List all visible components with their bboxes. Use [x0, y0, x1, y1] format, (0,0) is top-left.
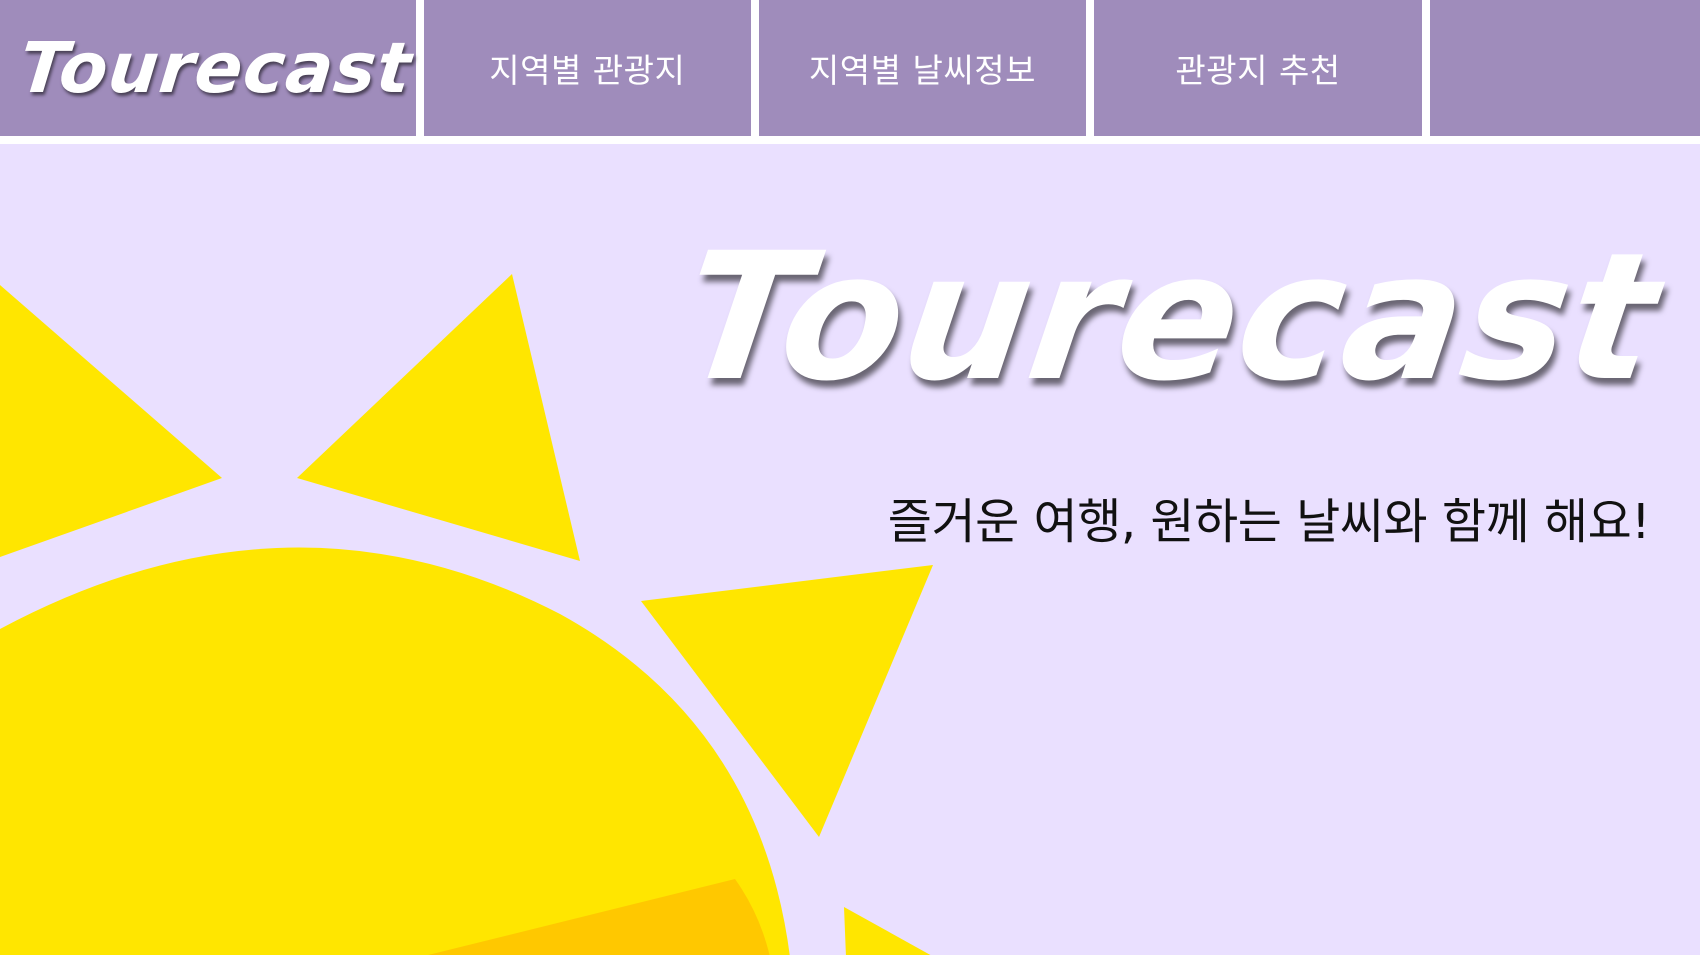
nav-item-label: 관광지 추천 [1175, 51, 1341, 90]
hero-banner: Tourecast 즐거운 여행, 원하는 날씨와 함께 해요! [0, 144, 1700, 957]
nav-item-recommendations[interactable]: 관광지 추천 [1093, 0, 1423, 136]
sun-ray [297, 274, 580, 561]
sun-ray [844, 907, 934, 957]
nav-item-label: 지역별 날씨정보 [808, 51, 1036, 90]
top-navigation: Tourecast 지역별 관광지 지역별 날씨정보 관광지 추천 [0, 0, 1700, 136]
site-logo[interactable]: Tourecast [0, 0, 416, 136]
nav-item-regional-weather[interactable]: 지역별 날씨정보 [759, 0, 1086, 136]
nav-item-empty [1430, 0, 1700, 136]
nav-item-regional-attractions[interactable]: 지역별 관광지 [423, 0, 752, 136]
site-logo-text: Tourecast [15, 27, 416, 109]
nav-item-label: 지역별 관광지 [489, 51, 686, 90]
sun-ray [0, 285, 222, 557]
hero-logo: Tourecast [670, 215, 1671, 420]
hero-tagline: 즐거운 여행, 원하는 날씨와 함께 해요! [887, 494, 1651, 550]
